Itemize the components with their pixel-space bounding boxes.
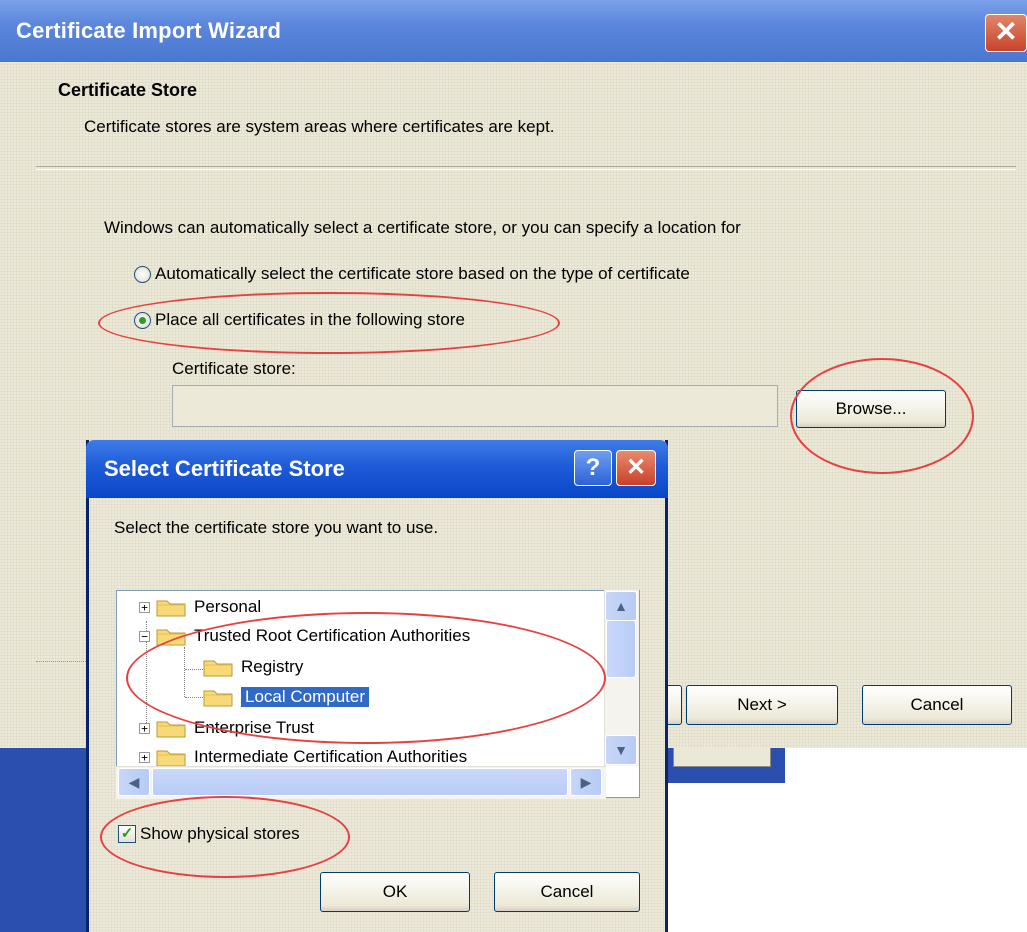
scroll-right-icon[interactable]: ▶	[570, 768, 602, 796]
certificate-store-field	[172, 385, 778, 427]
tree-item-label: Intermediate Certification Authorities	[194, 747, 468, 766]
wizard-cancel-button[interactable]: Cancel	[862, 685, 1012, 725]
collapse-icon[interactable]: −	[139, 630, 150, 642]
annotation-ellipse-place-store	[98, 292, 560, 354]
tree-item-personal[interactable]: + Personal	[139, 597, 261, 617]
expand-icon[interactable]: +	[139, 751, 150, 763]
scroll-left-icon[interactable]: ◀	[118, 768, 150, 796]
horizontal-scroll-thumb[interactable]	[152, 768, 568, 796]
section-title: Certificate Store	[58, 80, 198, 100]
intro-text: Windows can automatically select a certi…	[104, 218, 741, 237]
desktop-window-fragment	[665, 745, 785, 783]
dialog-close-button[interactable]: ✕	[616, 450, 656, 486]
desktop-background	[0, 748, 86, 932]
dialog-title: Select Certificate Store	[104, 456, 345, 481]
annotation-ellipse-tree	[126, 612, 606, 744]
section-description: Certificate stores are system areas wher…	[84, 117, 555, 136]
tree-item-intermediate-ca[interactable]: + Intermediate Certification Authorities	[139, 747, 467, 767]
scroll-up-icon[interactable]: ▲	[605, 591, 637, 621]
annotation-ellipse-show-physical	[100, 796, 350, 878]
radio-auto-select[interactable]: Automatically select the certificate sto…	[134, 264, 690, 284]
radio-auto-select-label: Automatically select the certificate sto…	[155, 264, 690, 283]
dialog-cancel-button[interactable]: Cancel	[494, 872, 640, 912]
annotation-ellipse-browse	[790, 358, 974, 474]
vertical-scroll-thumb[interactable]	[606, 620, 636, 678]
folder-icon	[156, 718, 186, 738]
next-button[interactable]: Next >	[686, 685, 838, 725]
radio-auto-select-button[interactable]	[134, 265, 151, 283]
expand-icon[interactable]: +	[139, 601, 150, 613]
folder-icon	[156, 747, 186, 767]
scroll-down-icon[interactable]: ▼	[605, 735, 637, 765]
wizard-close-button[interactable]: ✕	[985, 14, 1027, 52]
dialog-prompt: Select the certificate store you want to…	[114, 518, 439, 537]
header-divider	[36, 166, 1016, 170]
wizard-title: Certificate Import Wizard	[16, 18, 282, 43]
expand-icon[interactable]: +	[139, 722, 150, 734]
wizard-titlebar[interactable]: Certificate Import Wizard	[0, 0, 1027, 62]
tree-item-label: Personal	[194, 597, 262, 616]
certificate-store-label: Certificate store:	[172, 359, 296, 378]
folder-icon	[156, 597, 186, 617]
footer-divider	[36, 661, 86, 663]
help-button[interactable]: ?	[574, 450, 612, 486]
ok-button[interactable]: OK	[320, 872, 470, 912]
